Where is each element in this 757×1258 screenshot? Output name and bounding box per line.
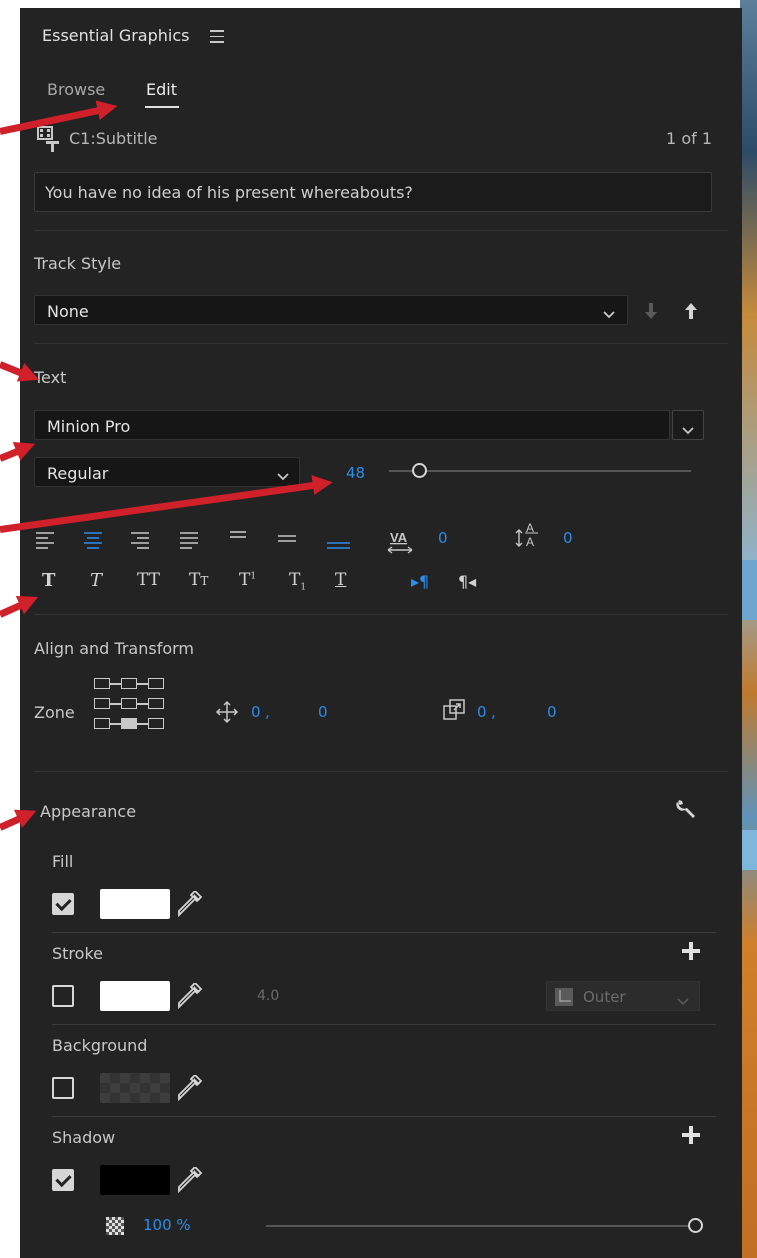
chevron-down-icon bbox=[603, 304, 615, 323]
eyedropper-icon[interactable] bbox=[177, 981, 203, 1013]
font-style-value: Regular bbox=[47, 464, 109, 483]
track-style-label: Track Style bbox=[34, 254, 122, 273]
shadow-opacity-value[interactable]: 100 % bbox=[143, 1216, 191, 1234]
stroke-type-dropdown[interactable]: Outer bbox=[546, 981, 700, 1011]
tab-edit-underline bbox=[145, 106, 179, 108]
alignment-row: VA bbox=[34, 528, 474, 554]
panel-title: Essential Graphics bbox=[42, 26, 190, 45]
subscript-icon[interactable]: T1 bbox=[289, 570, 306, 592]
font-size-slider-knob[interactable] bbox=[412, 463, 428, 478]
stroke-type-value: Outer bbox=[583, 988, 626, 1006]
shadow-opacity-slider-knob[interactable] bbox=[688, 1218, 703, 1233]
shadow-label: Shadow bbox=[52, 1128, 116, 1147]
caption-text-field[interactable]: You have no idea of his present whereabo… bbox=[34, 172, 712, 212]
eyedropper-icon[interactable] bbox=[177, 889, 203, 921]
track-style-dropdown[interactable]: None bbox=[34, 295, 628, 325]
tab-browse[interactable]: Browse bbox=[47, 80, 105, 99]
stroke-color-swatch[interactable] bbox=[100, 981, 170, 1011]
justify-icon bbox=[180, 532, 198, 549]
chevron-down-icon bbox=[682, 420, 694, 439]
svg-text:VA: VA bbox=[390, 530, 408, 545]
leading-icon: A A bbox=[514, 520, 544, 556]
font-family-chevron-button[interactable] bbox=[672, 410, 704, 440]
shadow-color-swatch[interactable] bbox=[100, 1165, 170, 1195]
faux-italic-icon[interactable]: T bbox=[90, 570, 102, 591]
kerning-icon: VA bbox=[387, 530, 413, 554]
fill-label: Fill bbox=[52, 852, 74, 871]
caption-clip-name: C1:Subtitle bbox=[69, 129, 158, 148]
background-color-swatch[interactable] bbox=[100, 1073, 170, 1103]
push-up-icon[interactable] bbox=[684, 302, 698, 324]
font-style-dropdown[interactable]: Regular bbox=[34, 457, 300, 487]
all-caps-icon[interactable]: TT bbox=[137, 570, 160, 590]
caption-counter: 1 of 1 bbox=[666, 129, 712, 148]
font-family-value: Minion Pro bbox=[47, 417, 131, 436]
eyedropper-icon[interactable] bbox=[177, 1165, 203, 1197]
rtl-paragraph-icon[interactable]: ¶◂ bbox=[458, 572, 476, 591]
essential-graphics-panel: Essential Graphics Browse Edit C1:Subtit… bbox=[20, 8, 742, 1258]
kerning-value[interactable]: 0 bbox=[438, 529, 448, 547]
background-checkbox[interactable] bbox=[52, 1077, 74, 1099]
appearance-label: Appearance bbox=[40, 802, 137, 821]
superscript-icon[interactable]: T1 bbox=[239, 570, 256, 590]
move-icon bbox=[215, 700, 239, 728]
background-video-strip bbox=[740, 0, 757, 1258]
align-left-icon bbox=[36, 532, 54, 549]
font-size-slider-track[interactable] bbox=[389, 470, 691, 472]
position-separator: , bbox=[265, 703, 270, 721]
align-right-icon bbox=[131, 532, 149, 549]
tab-edit[interactable]: Edit bbox=[146, 80, 177, 99]
font-size-value[interactable]: 48 bbox=[346, 464, 365, 482]
position-y-value[interactable]: 0 bbox=[318, 703, 328, 721]
shadow-opacity-slider-track[interactable] bbox=[266, 1225, 702, 1227]
anchor-y-value[interactable]: 0 bbox=[547, 703, 557, 721]
wrench-icon[interactable] bbox=[675, 798, 699, 826]
zone-label: Zone bbox=[34, 703, 75, 722]
opacity-icon bbox=[106, 1217, 124, 1235]
underline-icon[interactable]: T bbox=[335, 570, 346, 590]
justify-last-left-icon bbox=[230, 531, 246, 538]
align-center-icon bbox=[84, 532, 102, 549]
leading-value[interactable]: 0 bbox=[563, 529, 573, 547]
caption-text: You have no idea of his present whereabo… bbox=[45, 183, 413, 202]
stroke-label: Stroke bbox=[52, 944, 103, 963]
position-x-value[interactable]: 0 bbox=[251, 703, 261, 721]
type-style-row: T T TT TT T1 T1 T ▸¶ ¶◂ bbox=[42, 570, 482, 596]
track-style-value: None bbox=[47, 302, 89, 321]
stroke-width-value[interactable]: 4.0 bbox=[257, 988, 279, 1004]
caption-clip-icon bbox=[37, 125, 61, 153]
anchor-x-value[interactable]: 0 bbox=[477, 703, 487, 721]
fill-color-swatch[interactable] bbox=[100, 889, 170, 919]
small-caps-icon[interactable]: TT bbox=[189, 570, 208, 590]
fill-checkbox[interactable] bbox=[52, 893, 74, 915]
add-stroke-icon[interactable] bbox=[682, 942, 700, 964]
annotation-arrow-font bbox=[0, 447, 22, 462]
background-label: Background bbox=[52, 1036, 148, 1055]
chevron-down-icon bbox=[277, 466, 289, 485]
outer-stroke-icon bbox=[555, 988, 573, 1010]
faux-bold-icon[interactable]: T bbox=[42, 570, 55, 591]
shadow-checkbox[interactable] bbox=[52, 1169, 74, 1191]
push-down-icon[interactable] bbox=[644, 302, 658, 324]
align-transform-label: Align and Transform bbox=[34, 639, 194, 658]
ltr-paragraph-icon[interactable]: ▸¶ bbox=[411, 572, 429, 591]
zone-grid[interactable] bbox=[94, 678, 174, 738]
justify-all-icon bbox=[327, 542, 350, 549]
justify-last-center-icon bbox=[278, 535, 296, 542]
svg-text:A: A bbox=[526, 535, 534, 549]
font-family-dropdown[interactable]: Minion Pro bbox=[34, 410, 670, 440]
chevron-down-icon bbox=[677, 991, 689, 1010]
hamburger-icon[interactable] bbox=[210, 30, 224, 43]
anchor-separator: , bbox=[491, 703, 496, 721]
anchor-point-icon bbox=[442, 698, 466, 726]
add-shadow-icon[interactable] bbox=[682, 1126, 700, 1148]
stroke-checkbox[interactable] bbox=[52, 985, 74, 1007]
eyedropper-icon[interactable] bbox=[177, 1073, 203, 1105]
